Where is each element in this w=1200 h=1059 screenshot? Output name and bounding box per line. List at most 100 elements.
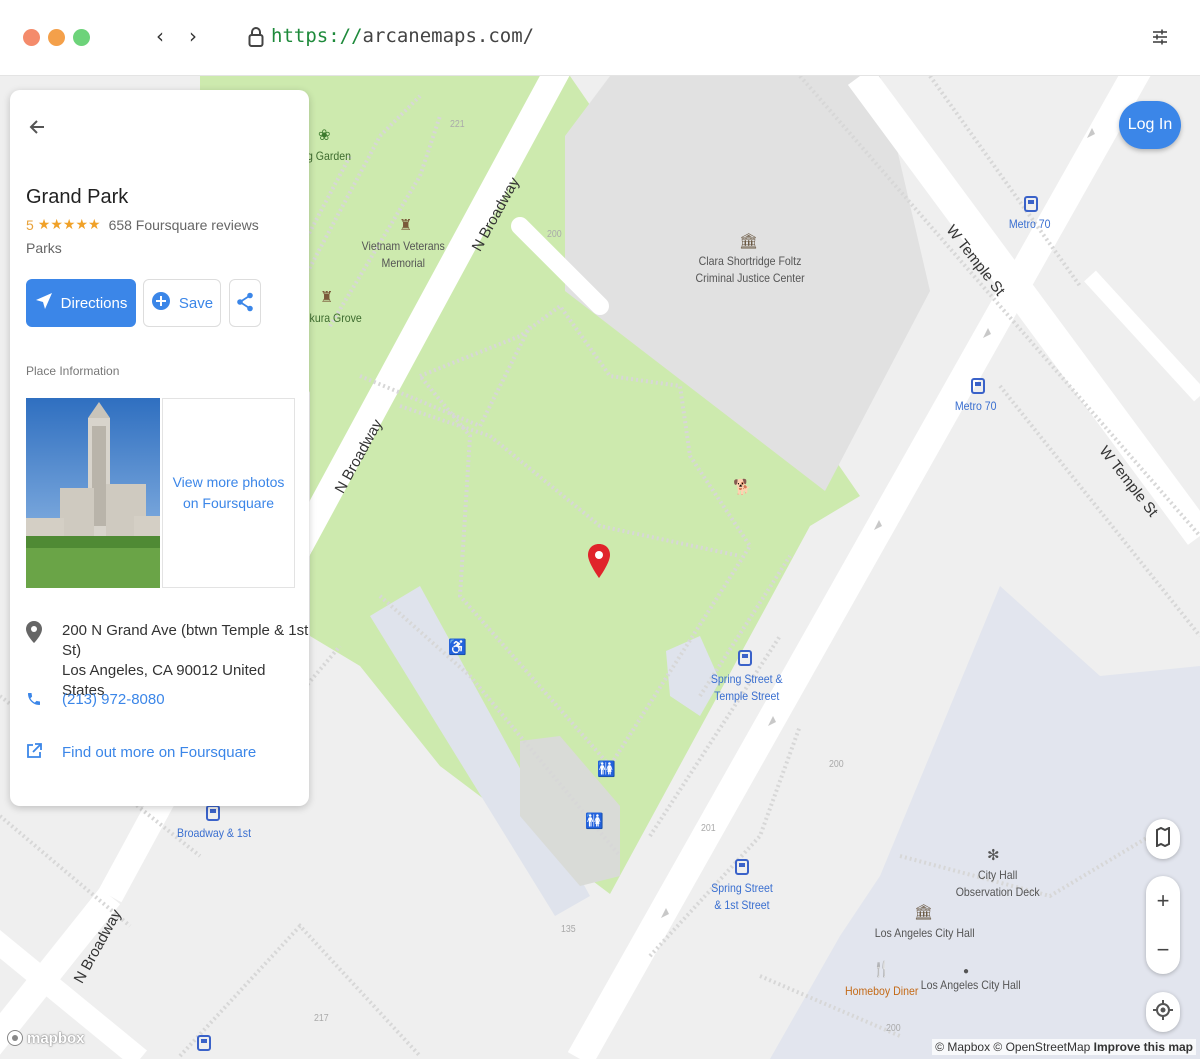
place-photo[interactable] [26, 398, 160, 588]
poi-label-la-city-hall: Los Angeles City Hall [874, 926, 975, 940]
bus-stop-icon[interactable] [738, 650, 752, 669]
maximize-window-button[interactable] [73, 29, 90, 46]
address-line: 200 N Grand Ave (btwn Temple & 1st St) [62, 622, 309, 659]
location-pin-icon[interactable] [588, 544, 610, 583]
poi-label-metro-70: Metro 70 [954, 399, 997, 413]
improve-map-link[interactable]: Improve this map [1094, 1040, 1193, 1054]
map-style-button[interactable] [1146, 819, 1180, 859]
house-number: 200 [829, 759, 844, 770]
section-heading: Place Information [26, 364, 120, 378]
poi-label-line: Clara Shortridge Foltz [698, 254, 802, 268]
dog-park-icon[interactable]: 🐕 [733, 480, 752, 495]
zoom-in-button[interactable]: + [1157, 888, 1170, 914]
url-host: arcanemaps.com/ [362, 25, 535, 47]
lock-icon [248, 26, 264, 53]
save-button[interactable]: Save [143, 279, 221, 327]
back-nav-icon[interactable]: ‹ [156, 24, 164, 48]
back-arrow-icon[interactable] [28, 118, 46, 141]
directions-button[interactable]: Directions [26, 279, 136, 327]
mapbox-logo-text: mapbox [27, 1029, 85, 1047]
phone-icon [26, 690, 42, 713]
locate-icon [1153, 999, 1173, 1025]
address-bar[interactable]: https://arcanemaps.com/ [271, 25, 534, 47]
monument-icon[interactable]: ♜ [399, 218, 412, 233]
house-number: 221 [450, 119, 465, 130]
rating-stars-icon: ★★★★★ [37, 217, 101, 233]
poi-label-broadway-1st: Broadway & 1st [177, 826, 252, 840]
poi-label-garden: g Garden [307, 149, 352, 163]
restroom-icon[interactable]: 🚻 [597, 762, 616, 777]
poi-label-city-hall-observation: City Hall Observation Deck [956, 867, 1040, 901]
navigation-arrow-icon [35, 292, 53, 314]
poi-label-line: Spring Street & [710, 672, 783, 686]
poi-label-metro-70: Metro 70 [1008, 217, 1051, 231]
poi-label-vietnam-memorial: Vietnam Veterans Memorial [362, 238, 445, 272]
browser-toolbar: ‹ › https://arcanemaps.com/ [0, 0, 1200, 76]
zoom-out-button[interactable]: − [1157, 937, 1170, 963]
map-layers-icon [1155, 825, 1171, 852]
geolocate-button[interactable] [1146, 992, 1180, 1032]
poi-label-sakura-grove: kura Grove [309, 311, 362, 325]
monument-icon[interactable]: ♜ [320, 290, 333, 305]
phone-link[interactable]: (213) 972-8080 [62, 690, 165, 710]
foursquare-link[interactable]: Find out more on Foursquare [62, 743, 256, 763]
poi-label-line: & 1st Street [714, 898, 770, 912]
review-count[interactable]: 658 Foursquare reviews [109, 217, 259, 233]
add-circle-icon [151, 291, 171, 315]
rating-score: 5 [26, 217, 34, 233]
phone-row: (213) 972-8080 [26, 690, 165, 713]
save-label: Save [178, 294, 214, 312]
house-number: 200 [547, 229, 562, 240]
poi-label-clara-foltz: Clara Shortridge Foltz Criminal Justice C… [695, 253, 804, 287]
foursquare-row: Find out more on Foursquare [26, 743, 256, 764]
bus-stop-icon[interactable] [197, 1035, 211, 1054]
close-window-button[interactable] [23, 29, 40, 46]
restaurant-icon[interactable]: 🍴 [872, 962, 891, 977]
poi-label-line: Temple Street [714, 689, 780, 703]
zoom-control: + − [1146, 876, 1180, 974]
museum-icon[interactable]: 🏛 [739, 234, 758, 249]
poi-label-homeboy-diner: Homeboy Diner [845, 984, 919, 998]
map-attribution: © Mapbox © OpenStreetMap Improve this ma… [932, 1039, 1196, 1055]
bus-stop-icon[interactable] [206, 805, 220, 824]
house-number: 200 [886, 1023, 901, 1034]
minimize-window-button[interactable] [48, 29, 65, 46]
house-number: 217 [314, 1013, 329, 1024]
location-pin-icon [26, 621, 42, 648]
house-number: 135 [561, 924, 576, 935]
poi-label-line: Memorial [381, 256, 425, 270]
garden-icon[interactable]: ❀ [318, 128, 331, 143]
url-scheme: https:// [271, 25, 363, 47]
poi-label-line: Observation Deck [955, 885, 1040, 899]
settings-sliders-icon[interactable] [1150, 27, 1170, 52]
place-title: Grand Park [26, 186, 129, 208]
more-photos-link[interactable]: View more photos on Foursquare [162, 398, 295, 588]
poi-label-line: City Hall [978, 868, 1018, 882]
login-button[interactable]: Log In [1119, 101, 1181, 149]
place-rating: 5 ★★★★★ 658 Foursquare reviews [26, 217, 259, 233]
place-details-panel: Grand Park 5 ★★★★★ 658 Foursquare review… [10, 90, 309, 806]
bus-stop-icon[interactable] [735, 859, 749, 878]
poi-label-line: Vietnam Veterans [361, 239, 445, 253]
forward-nav-icon[interactable]: › [189, 24, 197, 48]
bus-stop-icon[interactable] [1024, 196, 1038, 215]
poi-label-line: Spring Street [711, 881, 773, 895]
poi-label-spring-1st: Spring Street & 1st Street [711, 880, 773, 914]
fitness-icon[interactable]: ♿ [448, 640, 467, 655]
attribution-text[interactable]: © Mapbox © OpenStreetMap [935, 1040, 1090, 1054]
viewpoint-icon[interactable]: ✻ [987, 848, 1000, 863]
share-icon [236, 292, 254, 315]
house-number: 201 [701, 823, 716, 834]
town-hall-icon[interactable]: 🏛 [914, 905, 933, 920]
external-link-icon [26, 743, 42, 764]
restroom-icon[interactable]: 🚻 [585, 814, 604, 829]
mapbox-logo[interactable]: mapbox [6, 1029, 85, 1047]
place-category: Parks [26, 240, 62, 256]
bus-stop-icon[interactable] [971, 378, 985, 397]
address-text: 200 N Grand Ave (btwn Temple & 1st St) Lo… [62, 621, 309, 701]
directions-label: Directions [60, 294, 128, 312]
poi-label-spring-temple: Spring Street & Temple Street [711, 671, 783, 705]
poi-label-line: Criminal Justice Center [695, 271, 805, 285]
share-button[interactable] [229, 279, 261, 327]
address-row: 200 N Grand Ave (btwn Temple & 1st St) Lo… [26, 621, 309, 701]
